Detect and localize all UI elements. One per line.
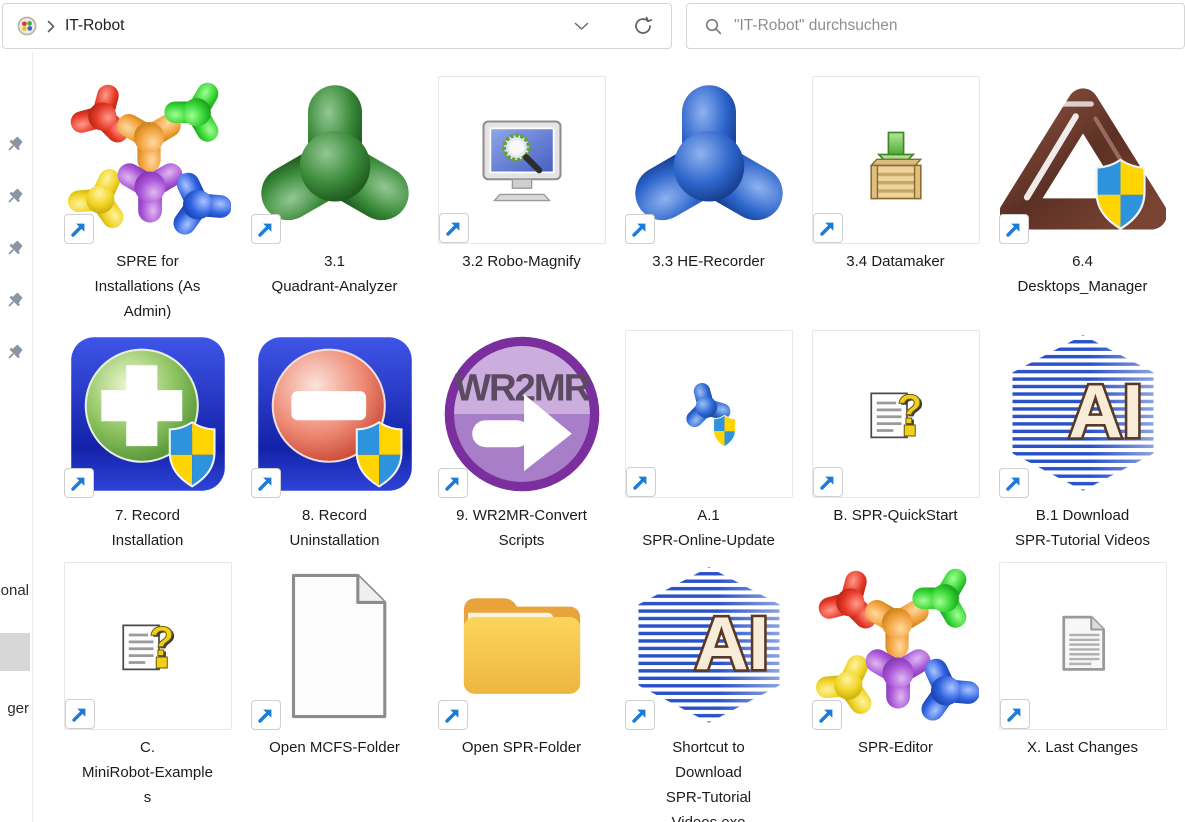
shortcut-arrow-icon bbox=[65, 699, 95, 729]
item-spre-for-installations[interactable]: SPRE for Installations (As Admin) bbox=[54, 76, 241, 330]
blue-tripod-icon bbox=[625, 76, 793, 244]
shortcut-arrow-icon bbox=[812, 700, 842, 730]
item-download-spr-tutorial-videos[interactable]: AI B.1 Download SPR-Tutorial Videos bbox=[989, 330, 1176, 562]
search-icon bbox=[705, 18, 722, 35]
item-he-recorder[interactable]: 3.3 HE-Recorder bbox=[615, 76, 802, 330]
item-label: 3.2 Robo-Magnify bbox=[462, 249, 580, 274]
folder-icon bbox=[438, 562, 606, 730]
item-label: 6.4 Desktops_Manager bbox=[1017, 249, 1147, 299]
item-spr-editor[interactable]: SPR-Editor bbox=[802, 562, 989, 822]
shortcut-arrow-icon bbox=[438, 700, 468, 730]
shortcut-arrow-icon bbox=[999, 214, 1029, 244]
nav-item-label-truncated[interactable]: onal bbox=[1, 582, 29, 599]
folder-location-icon bbox=[17, 16, 37, 36]
item-label: B.1 Download SPR-Tutorial Videos bbox=[1015, 503, 1150, 553]
item-quadrant-analyzer[interactable]: 3.1 Quadrant-Analyzer bbox=[241, 76, 428, 330]
item-label: B. SPR-QuickStart bbox=[833, 503, 957, 528]
multi-tripod-icon bbox=[812, 562, 980, 730]
item-label: 3.4 Datamaker bbox=[846, 249, 944, 274]
pin-icon[interactable] bbox=[6, 292, 23, 314]
shortcut-arrow-icon bbox=[626, 467, 656, 497]
shortcut-arrow-icon bbox=[251, 468, 281, 498]
ai-hexagon-icon: AI bbox=[999, 330, 1167, 498]
item-label: 3.3 HE-Recorder bbox=[652, 249, 765, 274]
svg-text:WR2MR: WR2MR bbox=[454, 367, 590, 410]
folder-items-view: SPRE for Installations (As Admin) 3.1 Qu… bbox=[33, 52, 1185, 822]
search-box[interactable] bbox=[686, 3, 1185, 49]
item-shortcut-download-spr-tutorial-videos[interactable]: AI Shortcut to Download SPR-Tutorial Vide… bbox=[615, 562, 802, 822]
shortcut-arrow-icon bbox=[251, 214, 281, 244]
address-dropdown-icon[interactable] bbox=[574, 22, 589, 31]
pin-icon[interactable] bbox=[6, 240, 23, 262]
item-label: 3.1 Quadrant-Analyzer bbox=[272, 249, 398, 299]
item-label: Open MCFS-Folder bbox=[269, 735, 400, 760]
item-open-mcfs-folder[interactable]: Open MCFS-Folder bbox=[241, 562, 428, 822]
item-open-spr-folder[interactable]: Open SPR-Folder bbox=[428, 562, 615, 822]
item-desktops-manager[interactable]: 6.4 Desktops_Manager bbox=[989, 76, 1176, 330]
item-label: SPRE for Installations (As Admin) bbox=[95, 249, 201, 324]
item-minirobot-examples[interactable]: ? ? C. MiniRobot-Example s bbox=[54, 562, 241, 822]
shortcut-arrow-icon bbox=[64, 468, 94, 498]
explorer-top-bar: IT-Robot bbox=[0, 0, 1185, 52]
tripod-shield-icon bbox=[625, 330, 793, 498]
multi-tripod-icon bbox=[64, 76, 232, 244]
item-label: 9. WR2MR-Convert Scripts bbox=[456, 503, 587, 553]
item-label: 8. Record Uninstallation bbox=[289, 503, 379, 553]
item-spr-quickstart[interactable]: ? ? B. SPR-QuickStart bbox=[802, 330, 989, 562]
shortcut-arrow-icon bbox=[439, 213, 469, 243]
crate-download-icon bbox=[812, 76, 980, 244]
item-record-installation[interactable]: 7. Record Installation bbox=[54, 330, 241, 562]
breadcrumb[interactable]: IT-Robot bbox=[65, 17, 124, 35]
shortcut-arrow-icon bbox=[999, 468, 1029, 498]
shortcut-arrow-icon bbox=[625, 700, 655, 730]
search-input[interactable] bbox=[734, 17, 1174, 35]
shortcut-arrow-icon bbox=[813, 213, 843, 243]
item-record-uninstallation[interactable]: 8. Record Uninstallation bbox=[241, 330, 428, 562]
address-bar[interactable]: IT-Robot bbox=[2, 3, 672, 49]
record-uninstall-icon bbox=[251, 330, 419, 498]
item-label: X. Last Changes bbox=[1027, 735, 1138, 760]
item-label: Open SPR-Folder bbox=[462, 735, 581, 760]
nav-item-label-truncated[interactable]: ger bbox=[7, 700, 29, 717]
blank-document-icon bbox=[251, 562, 419, 730]
item-label: SPR-Editor bbox=[858, 735, 933, 760]
wr2mr-icon: WR2MR bbox=[438, 330, 606, 498]
pin-icon[interactable] bbox=[6, 344, 23, 366]
item-label: 7. Record Installation bbox=[112, 503, 184, 553]
shortcut-arrow-icon bbox=[251, 700, 281, 730]
svg-text:AI: AI bbox=[694, 601, 769, 685]
breadcrumb-chevron-icon[interactable] bbox=[47, 20, 55, 33]
pin-icon[interactable] bbox=[6, 136, 23, 158]
shortcut-arrow-icon bbox=[813, 467, 843, 497]
item-robo-magnify[interactable]: 3.2 Robo-Magnify bbox=[428, 76, 615, 330]
shortcut-arrow-icon bbox=[625, 214, 655, 244]
item-label: C. MiniRobot-Example s bbox=[82, 735, 213, 810]
green-tripod-icon bbox=[251, 76, 419, 244]
item-last-changes[interactable]: X. Last Changes bbox=[989, 562, 1176, 822]
doc-question-icon: ? ? bbox=[64, 562, 232, 730]
doc-question-icon: ? ? bbox=[812, 330, 980, 498]
refresh-icon[interactable] bbox=[633, 16, 653, 36]
pin-icon[interactable] bbox=[6, 188, 23, 210]
shortcut-arrow-icon bbox=[64, 214, 94, 244]
svg-text:AI: AI bbox=[1068, 369, 1143, 453]
navigation-pane[interactable]: onal ger bbox=[0, 52, 33, 822]
triangle-shield-icon bbox=[999, 76, 1167, 244]
item-datamaker[interactable]: 3.4 Datamaker bbox=[802, 76, 989, 330]
monitor-magnifier-icon bbox=[438, 76, 606, 244]
item-wr2mr-convert-scripts[interactable]: WR2MR 9. WR2MR-Convert Scripts bbox=[428, 330, 615, 562]
nav-selected-item[interactable] bbox=[0, 633, 30, 671]
gray-document-icon bbox=[999, 562, 1167, 730]
item-label: A.1 SPR-Online-Update bbox=[642, 503, 775, 553]
shortcut-arrow-icon bbox=[438, 468, 468, 498]
ai-hexagon-icon: AI bbox=[625, 562, 793, 730]
shortcut-arrow-icon bbox=[1000, 699, 1030, 729]
item-label: Shortcut to Download SPR-Tutorial Videos… bbox=[666, 735, 751, 822]
record-install-icon bbox=[64, 330, 232, 498]
item-spr-online-update[interactable]: A.1 SPR-Online-Update bbox=[615, 330, 802, 562]
